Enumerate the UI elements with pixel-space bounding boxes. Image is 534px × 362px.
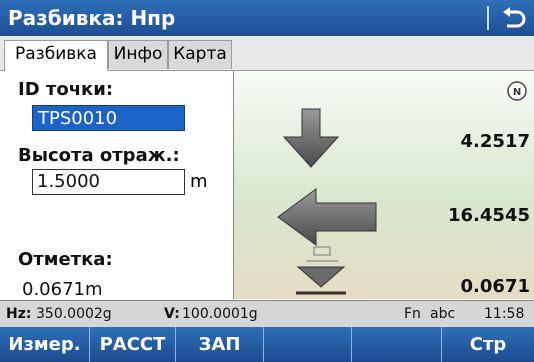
input-mode: abc	[430, 306, 456, 322]
elevation-label: Отметка:	[18, 249, 113, 270]
title-bar: Разбивка: Hпр	[0, 0, 534, 36]
left-arrow-icon	[277, 188, 377, 246]
reflector-height-unit: m	[190, 171, 208, 192]
svg-text:N: N	[513, 87, 521, 98]
f1-measure-button[interactable]: Измер.	[0, 327, 90, 362]
reflector-height-input[interactable]: 1.5000	[32, 169, 185, 195]
f6-page-button[interactable]: Стр	[442, 327, 534, 362]
f3-record-button[interactable]: ЗАП	[176, 327, 264, 362]
offset-value-2: 16.4545	[448, 205, 530, 226]
title-divider	[487, 6, 489, 30]
prism-icon	[306, 246, 338, 262]
graphic-canvas: N	[277, 81, 527, 295]
f5-button[interactable]	[352, 327, 442, 362]
v-value: 100.0001g	[182, 306, 258, 322]
down-arrow-icon	[282, 108, 340, 168]
v-label: V:	[164, 306, 180, 322]
hz-label: Hz:	[6, 306, 32, 322]
reflector-height-label: Высота отраж.:	[18, 145, 180, 166]
tab-bar: Разбивка Инфо Карта	[0, 36, 534, 71]
offset-value-1: 4.2517	[460, 131, 530, 152]
window-title: Разбивка: Hпр	[8, 6, 176, 30]
f2-distance-button[interactable]: РАССТ	[90, 327, 176, 362]
stakeout-graphic: N 4.2517 16.4545 0.0671	[234, 71, 534, 299]
clock: 11:58	[484, 306, 525, 322]
tab-map[interactable]: Карта	[168, 40, 232, 69]
point-id-field[interactable]: TPS0010	[32, 105, 185, 131]
tab-info[interactable]: Инфо	[108, 40, 168, 69]
function-key-bar: Измер. РАССТ ЗАП Стр	[0, 327, 534, 362]
fn-indicator: Fn	[404, 306, 421, 322]
f4-button[interactable]	[264, 327, 352, 362]
point-id-label: ID точки:	[18, 79, 114, 100]
elevation-value: 0.0671m	[22, 279, 103, 300]
stakeout-form: ID точки: TPS0010 Высота отраж.: 1.5000 …	[0, 71, 234, 300]
hz-value: 350.0002g	[36, 306, 112, 322]
offset-value-3: 0.0671	[460, 276, 530, 297]
back-icon[interactable]	[500, 4, 526, 32]
status-bar: Hz: 350.0002g V: 100.0001g Fn abc 11:58	[0, 300, 534, 327]
level-target-icon	[296, 266, 346, 295]
north-indicator-icon: N	[507, 81, 527, 101]
tab-stakeout[interactable]: Разбивка	[4, 40, 108, 71]
